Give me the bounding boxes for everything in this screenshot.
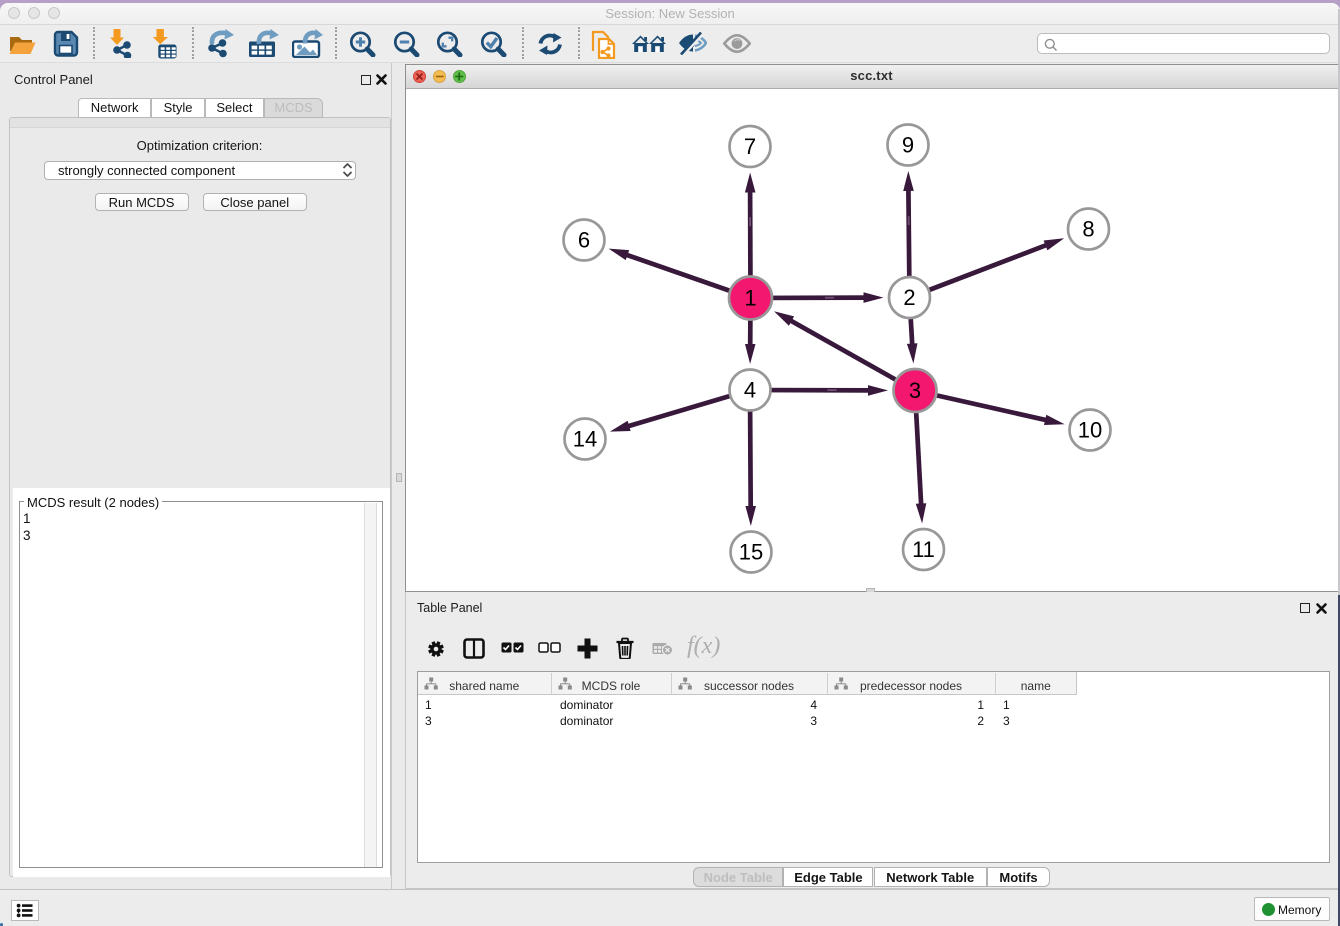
svg-text:3: 3 — [909, 378, 921, 403]
svg-text:4: 4 — [744, 377, 756, 402]
svg-text:9: 9 — [902, 132, 914, 157]
svg-text:10: 10 — [1078, 417, 1102, 442]
svg-text:8: 8 — [1082, 216, 1094, 241]
svg-text:6: 6 — [578, 227, 590, 252]
svg-text:11: 11 — [912, 537, 935, 562]
svg-text:15: 15 — [739, 539, 763, 564]
svg-text:2: 2 — [903, 285, 915, 310]
svg-text:14: 14 — [573, 426, 597, 451]
svg-text:1: 1 — [744, 285, 756, 310]
svg-text:7: 7 — [744, 134, 756, 159]
